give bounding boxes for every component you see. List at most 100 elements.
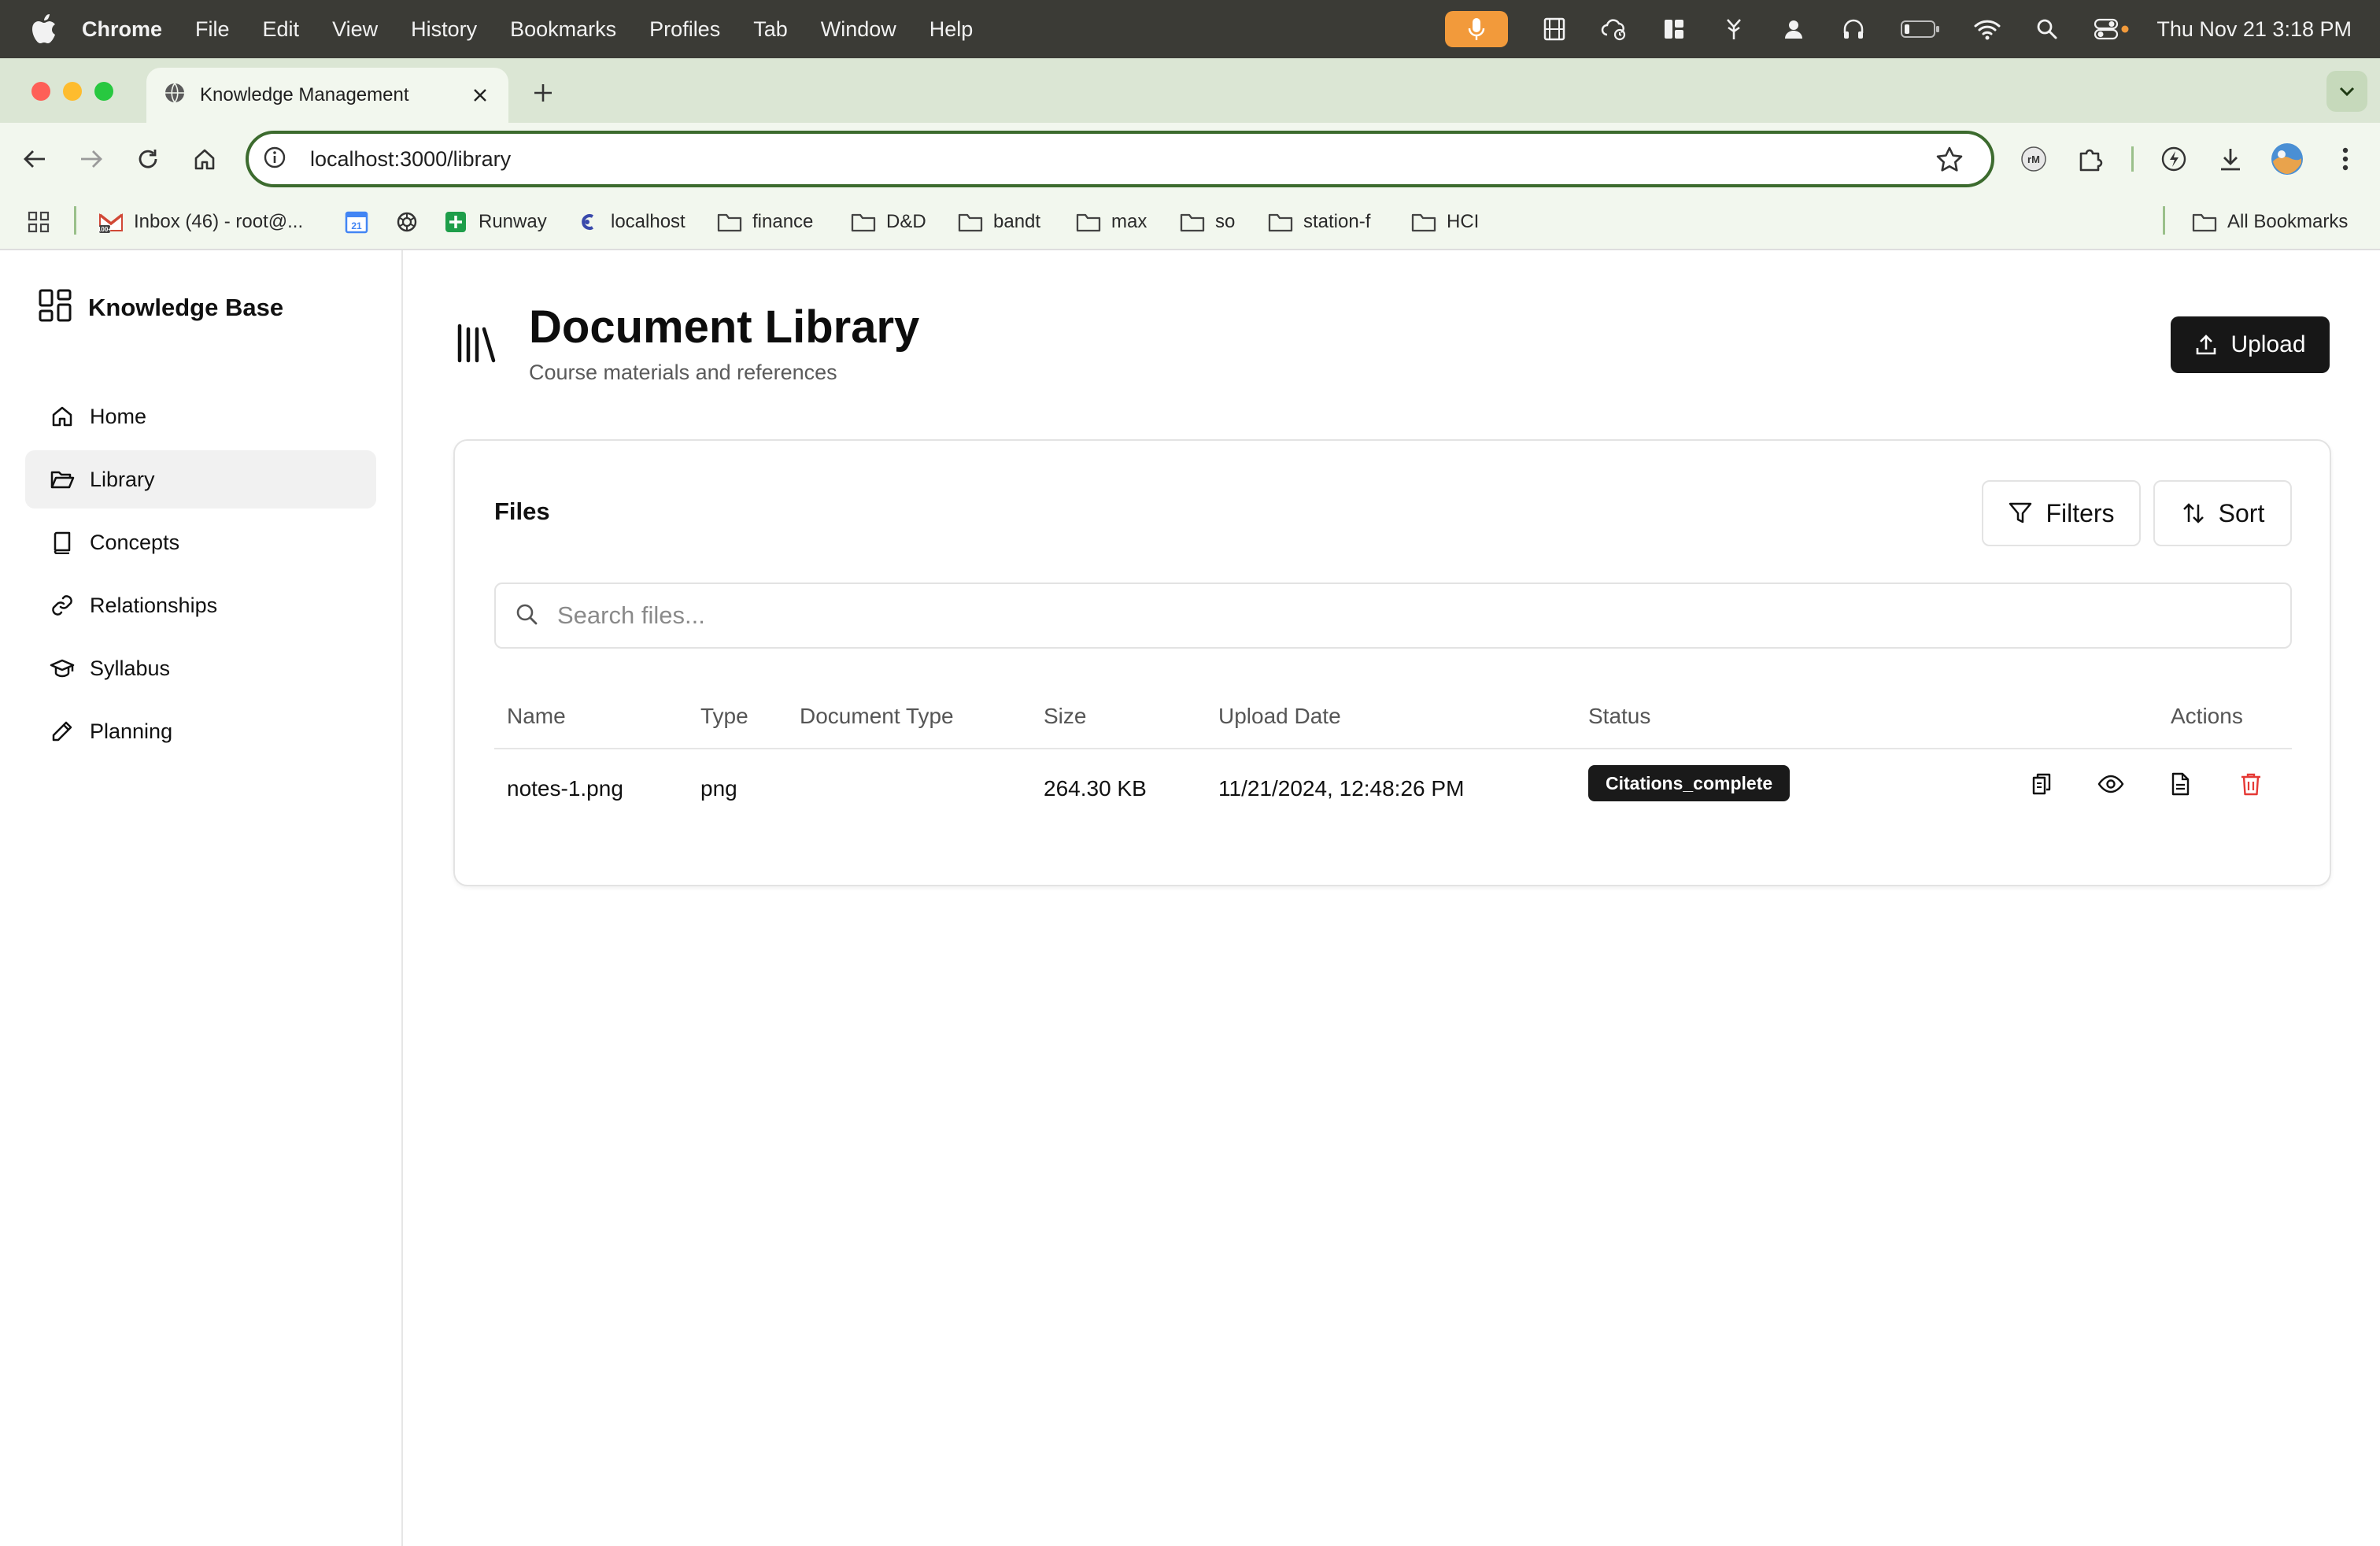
window-close-button[interactable] [31,82,50,101]
bookmark-label: so [1215,211,1236,232]
home-button-icon[interactable] [187,142,222,176]
battery-icon[interactable] [1900,16,1941,43]
menu-history[interactable]: History [411,17,477,42]
reload-icon[interactable] [131,142,165,176]
menu-app-name[interactable]: Chrome [82,17,162,42]
search-box[interactable] [494,583,2292,649]
calendar-icon: 21 [343,209,370,235]
download-icon[interactable] [2213,142,2248,176]
bookmark-folder-bandt[interactable]: bandt [957,206,1040,238]
column-header-type[interactable]: Type [700,704,748,729]
bookmark-runway[interactable]: Runway [442,206,547,238]
column-header-status[interactable]: Status [1588,704,1650,729]
wifi-icon[interactable] [1974,16,2001,43]
extensions-puzzle-icon[interactable] [2073,142,2108,176]
bookmark-gmail[interactable]: 100+ Inbox (46) - root@... [98,206,303,238]
user-icon[interactable] [1780,16,1807,43]
brand-name: Knowledge Base [88,293,284,321]
spotlight-search-icon[interactable] [2034,16,2060,43]
browser-tab-active[interactable]: Knowledge Management [146,68,508,123]
new-tab-plus-icon[interactable] [527,77,559,109]
sidebar-item-concepts[interactable]: Concepts [25,513,376,571]
menu-bookmarks[interactable]: Bookmarks [510,17,616,42]
filters-button[interactable]: Filters [1982,480,2141,546]
folder-icon [1075,209,1102,235]
cell-file-name[interactable]: notes-1.png [507,776,623,801]
bookmark-openai[interactable] [394,206,430,238]
bookmark-star-icon[interactable] [1935,145,1964,175]
sidebar-item-planning[interactable]: Planning [25,702,376,760]
svg-text:100+: 100+ [98,226,112,233]
column-header-name[interactable]: Name [507,704,566,729]
bookmark-folder-hci[interactable]: HCI [1410,206,1479,238]
menubar-clock[interactable]: Thu Nov 21 3:18 PM [2156,17,2352,42]
cell-file-size: 264.30 KB [1044,776,1147,801]
upload-button[interactable]: Upload [2171,316,2330,373]
back-arrow-icon[interactable] [17,142,52,176]
search-input[interactable] [557,601,2210,630]
window-zoom-button[interactable] [94,82,113,101]
sort-button[interactable]: Sort [2153,480,2292,546]
film-icon[interactable] [1541,16,1568,43]
menu-profiles[interactable]: Profiles [649,17,720,42]
folder-icon [1179,209,1206,235]
extension-rm-icon[interactable]: rM [2016,142,2051,176]
apple-menu-icon[interactable] [30,13,58,45]
fork-icon[interactable] [1720,16,1747,43]
microphone-icon[interactable] [1445,11,1509,47]
address-url[interactable]: localhost:3000/library [310,147,511,172]
bookmark-localhost[interactable]: localhost [575,206,686,238]
openai-icon [394,209,420,235]
sidebar-item-home[interactable]: Home [25,387,376,446]
bookmark-calendar[interactable]: 21 [343,206,379,238]
sidebar-item-syllabus[interactable]: Syllabus [25,639,376,697]
cloud-timer-icon[interactable] [1601,16,1628,43]
performance-bolt-icon[interactable] [2156,142,2191,176]
search-icon [515,602,538,630]
window-layout-icon[interactable] [1661,16,1687,43]
bookmark-folder-so[interactable]: so [1179,206,1235,238]
table-header-divider [494,748,2292,749]
menu-window[interactable]: Window [821,17,896,42]
sidebar-item-relationships[interactable]: Relationships [25,576,376,634]
chrome-menu-kebab-icon[interactable] [2328,142,2363,176]
home-icon [49,403,76,430]
address-bar[interactable]: localhost:3000/library [246,131,1994,187]
window-minimize-button[interactable] [63,82,82,101]
all-bookmarks-folder[interactable]: All Bookmarks [2191,206,2348,238]
dashboard-grid-icon [38,288,72,327]
delete-trash-icon[interactable] [2235,768,2267,800]
menu-edit[interactable]: Edit [263,17,300,42]
folder-open-icon [49,466,76,493]
site-info-icon[interactable] [263,146,286,173]
copy-files-icon[interactable] [2026,768,2057,800]
sidebar-item-label: Concepts [90,530,180,554]
column-header-size[interactable]: Size [1044,704,1086,729]
bookmark-folder-station-f[interactable]: station-f [1267,206,1370,238]
tab-close-icon[interactable] [469,84,491,106]
folder-icon [850,209,877,235]
page-title: Document Library [529,301,920,353]
tab-search-chevron-icon[interactable] [2326,71,2367,112]
files-card: Files Filters Sort Name Type Document Ty… [453,439,2331,886]
bookmark-folder-max[interactable]: max [1075,206,1147,238]
folder-icon [957,209,984,235]
headphones-icon[interactable] [1840,16,1867,43]
menu-tab[interactable]: Tab [753,17,788,42]
menu-help[interactable]: Help [929,17,974,42]
menu-view[interactable]: View [332,17,378,42]
forward-arrow-icon[interactable] [74,142,109,176]
library-books-icon [455,321,497,365]
apps-grid-icon[interactable] [27,206,50,238]
bookmark-folder-finance[interactable]: finance [716,206,813,238]
column-header-upload-date[interactable]: Upload Date [1218,704,1341,729]
bookmark-folder-dnd[interactable]: D&D [850,206,926,238]
column-header-document-type[interactable]: Document Type [800,704,954,729]
menu-file[interactable]: File [195,17,230,42]
control-center-icon[interactable] [2094,16,2130,43]
document-text-icon[interactable] [2164,768,2196,800]
profile-avatar-icon[interactable] [2270,142,2304,176]
view-eye-icon[interactable] [2095,768,2127,800]
sidebar-item-library[interactable]: Library [25,450,376,509]
brand[interactable]: Knowledge Base [38,288,283,327]
